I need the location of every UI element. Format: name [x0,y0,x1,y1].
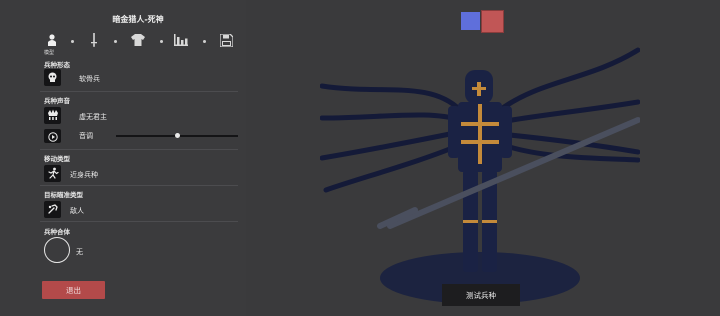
stats-icon [174,34,188,46]
tab-clothing[interactable] [130,31,146,49]
unit-title: 暗金猎人-死神 [112,15,164,24]
play-icon [47,127,58,146]
sword-icon [90,33,98,47]
crown-voice-icon [47,106,59,125]
divider [40,185,238,186]
divider [40,91,238,92]
voice-icon-button[interactable] [44,107,61,124]
tab-stats[interactable] [173,31,189,49]
target-icon [47,200,59,219]
tab-weapon[interactable] [86,31,102,49]
tab-separator [114,40,117,43]
person-icon [47,34,57,46]
tab-separator [203,40,206,43]
exit-button[interactable]: 退出 [42,281,105,299]
unit-preview [320,47,640,304]
tab-model[interactable] [44,31,60,49]
tab-save[interactable] [218,31,234,49]
combo-value: 无 [76,248,83,256]
target-icon-button[interactable] [44,201,61,218]
section-label-combo: 兵种合体 [44,228,70,236]
active-tab-label: 模型 [44,50,55,56]
secondary-color-swatch[interactable] [481,10,504,33]
movement-icon-button[interactable] [44,165,61,182]
shirt-icon [131,34,145,46]
save-icon [219,33,233,47]
voice-value[interactable]: 虚无君主 [79,112,107,122]
primary-color-swatch[interactable] [461,12,480,30]
tab-separator [160,40,163,43]
form-icon-button[interactable] [44,69,61,86]
tab-separator [71,40,74,43]
combo-slot[interactable] [44,237,70,263]
test-unit-button[interactable]: 测试兵种 [442,284,520,306]
divider [40,221,238,222]
editor-tabs [44,31,240,55]
section-label-target: 目标瞄准类型 [44,191,83,199]
skull-icon [47,68,58,87]
form-value[interactable]: 软骨兵 [79,74,100,84]
divider [40,149,238,150]
section-label-voice: 兵种声音 [44,97,70,105]
play-voice-button[interactable] [44,129,61,143]
section-label-movement: 移动类型 [44,155,70,163]
running-icon [47,164,59,183]
movement-value[interactable]: 近身兵种 [70,170,98,180]
target-value[interactable]: 敌人 [70,206,84,216]
pitch-slider-knob[interactable] [174,133,180,138]
pitch-label: 音调 [79,132,93,140]
